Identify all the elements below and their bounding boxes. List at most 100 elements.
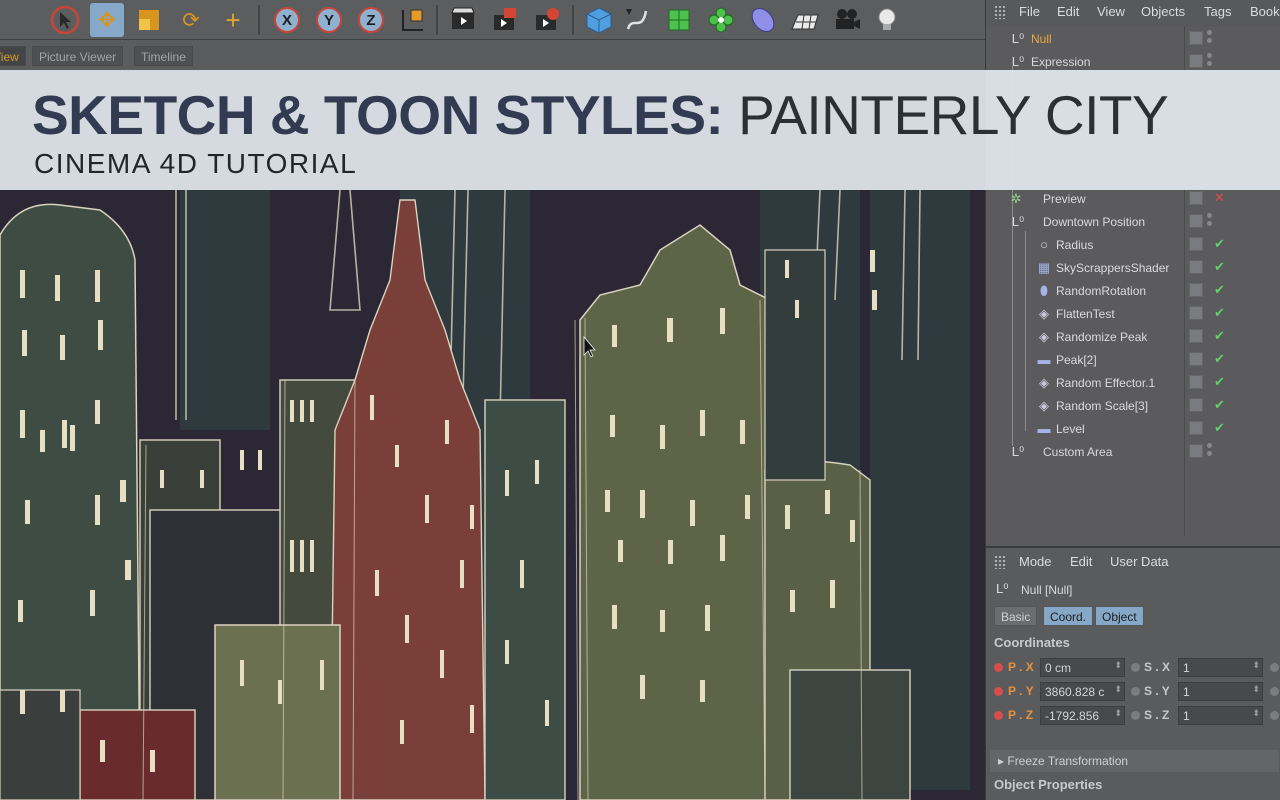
effector-icon: ◈ [1039,329,1049,344]
tab-picture-viewer[interactable]: Picture Viewer [32,46,124,66]
list-item[interactable]: ○ Radius ✔ [986,234,1280,256]
menu-mode[interactable]: Mode [1019,554,1052,569]
stepper-icon[interactable]: ⬍ [1114,708,1122,719]
position-x-field[interactable]: 0 cm ⬍ [1040,658,1125,677]
tab-timeline[interactable]: Timeline [134,46,193,66]
main-toolbar: ✥ ⟳ + X Y Z [0,0,985,40]
menu-user-data[interactable]: User Data [1110,554,1169,569]
deformer-icon[interactable] [746,3,780,37]
menu-edit[interactable]: Edit [1070,554,1092,569]
menu-bookmarks[interactable]: Book [1250,4,1280,19]
menu-tags[interactable]: Tags [1204,4,1231,19]
list-item[interactable]: ⬮ RandomRotation ✔ [986,280,1280,302]
position-z-field[interactable]: -1792.856 ⬍ [1040,706,1125,725]
coord-row-y: P . Y 3860.828 c ⬍ S . Y 1 ⬍ [994,682,1279,702]
keyframe-dot-icon[interactable] [994,711,1003,720]
keyframe-dot-icon[interactable] [1131,711,1140,720]
cube-icon[interactable] [582,3,616,37]
enabled-check-icon[interactable]: ✔ [1214,282,1225,298]
menu-file[interactable]: File [1019,4,1040,19]
stepper-icon[interactable]: ⬍ [1252,660,1260,671]
list-item[interactable]: L⁰ Custom Area [986,441,1280,463]
list-item[interactable]: ▦ SkyScrappersShader ✔ [986,257,1280,279]
keyframe-dot-icon[interactable] [994,663,1003,672]
light-icon[interactable] [870,3,904,37]
shader-icon: ▦ [1037,260,1051,275]
panel-grip-icon[interactable] [994,555,1006,569]
floor-icon[interactable] [788,3,822,37]
x-axis-icon[interactable]: X [270,3,304,37]
render-settings-icon[interactable] [530,3,564,37]
menu-edit[interactable]: Edit [1057,4,1079,19]
enabled-check-icon[interactable]: ✔ [1214,305,1225,321]
keyframe-dot-icon[interactable] [1270,711,1279,720]
enabled-check-icon[interactable]: ✔ [1214,328,1225,344]
render-picture-viewer-icon[interactable] [488,3,522,37]
keyframe-dot-icon[interactable] [1270,663,1279,672]
add-object-icon[interactable]: + [216,3,250,37]
visibility-dots[interactable] [1207,443,1213,460]
list-item[interactable]: L⁰ Null [986,28,1280,50]
enabled-check-icon[interactable]: ✔ [1214,420,1225,436]
y-axis-icon[interactable]: Y [312,3,346,37]
keyframe-dot-icon[interactable] [1270,687,1279,696]
list-item[interactable]: ▬ Level ✔ [986,418,1280,440]
menu-view[interactable]: View [1097,4,1125,19]
visibility-dots[interactable] [1207,213,1213,230]
spline-pen-icon[interactable] [620,3,654,37]
move-icon[interactable]: ✥ [90,3,124,37]
stepper-icon[interactable]: ⬍ [1252,684,1260,695]
tab-coord[interactable]: Coord. [1043,606,1094,626]
list-item[interactable]: ◈ Random Scale[3] ✔ [986,395,1280,417]
keyframe-dot-icon[interactable] [994,687,1003,696]
tab-basic[interactable]: Basic [994,606,1038,626]
effector-icon: ◈ [1039,375,1049,390]
panel-grip-icon[interactable] [994,5,1006,19]
subdivision-icon[interactable] [662,3,696,37]
list-item[interactable]: ✲ Preview ✕ [986,188,1280,210]
keyframe-dot-icon[interactable] [1131,663,1140,672]
list-item[interactable]: ◈ Randomize Peak ✔ [986,326,1280,348]
enabled-check-icon[interactable]: ✔ [1214,236,1225,252]
render-view-icon[interactable] [446,3,480,37]
coord-row-x: P . X 0 cm ⬍ S . X 1 ⬍ [994,658,1279,678]
enabled-check-icon[interactable]: ✔ [1214,351,1225,367]
enabled-check-icon[interactable]: ✔ [1214,259,1225,275]
effector-icon: ◈ [1039,306,1049,321]
stepper-icon[interactable]: ⬍ [1114,684,1122,695]
keyframe-dot-icon[interactable] [1131,687,1140,696]
select-arrow-icon[interactable] [48,3,82,37]
tab-view[interactable]: View [0,46,26,66]
z-axis-icon[interactable]: Z [354,3,388,37]
list-item[interactable]: ◈ Random Effector.1 ✔ [986,372,1280,394]
rotate-icon[interactable]: ⟳ [174,3,208,37]
coordinate-system-icon[interactable] [396,3,430,37]
visibility-dots[interactable] [1207,53,1213,70]
tab-object[interactable]: Object [1095,606,1144,626]
list-item[interactable]: ◈ FlattenTest ✔ [986,303,1280,325]
camera-icon[interactable] [830,3,864,37]
scale-x-field[interactable]: 1 ⬍ [1178,658,1263,677]
position-y-field[interactable]: 3860.828 c ⬍ [1040,682,1125,701]
disabled-x-icon[interactable]: ✕ [1214,190,1225,206]
list-item[interactable]: L⁰ Downtown Position [986,211,1280,233]
mograph-cloner-icon[interactable] [704,3,738,37]
scale-y-field[interactable]: 1 ⬍ [1178,682,1263,701]
circle-icon: ○ [1040,237,1048,252]
attribute-manager: Mode Edit User Data L⁰ Null [Null] Basic… [986,546,1280,800]
freeze-transformation-toggle[interactable]: ▸ Freeze Transformation [990,750,1279,772]
stepper-icon[interactable]: ⬍ [1114,660,1122,671]
scale-icon[interactable] [132,3,166,37]
stepper-icon[interactable]: ⬍ [1252,708,1260,719]
enabled-check-icon[interactable]: ✔ [1214,374,1225,390]
tag-flag [1189,375,1203,389]
visibility-dots[interactable] [1207,30,1213,47]
list-item[interactable]: ▬ Peak[2] ✔ [986,349,1280,371]
enabled-check-icon[interactable]: ✔ [1214,397,1225,413]
null-icon: L⁰ [1011,54,1025,69]
object-type-label: Null [Null] [1021,583,1073,597]
banner-subtitle: CINEMA 4D TUTORIAL [34,148,358,179]
menu-objects[interactable]: Objects [1141,4,1185,19]
scale-z-field[interactable]: 1 ⬍ [1178,706,1263,725]
tag-flag [1189,329,1203,343]
